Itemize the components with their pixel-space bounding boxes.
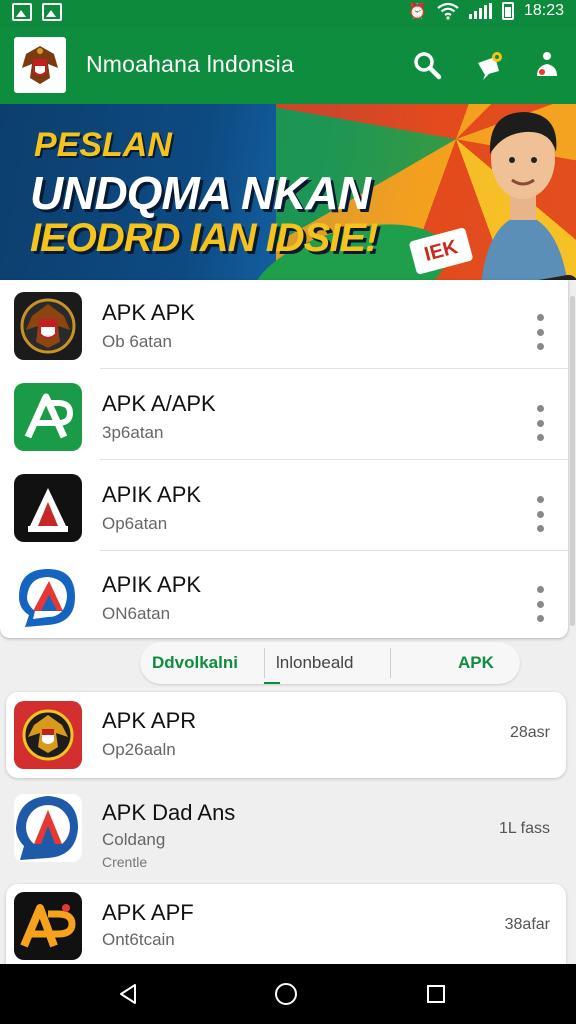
app-list-item[interactable]: APK Dad Ans Coldang Crentle 1L fass	[0, 786, 576, 882]
app-list-item[interactable]: APK APF Ont6tcain 38afar	[0, 884, 576, 964]
app-category: Crentle	[102, 854, 148, 870]
app-list-item[interactable]: APK APK Ob 6atan	[0, 280, 568, 369]
green-ap-logo-icon	[14, 383, 82, 451]
blue-emblem-icon	[14, 794, 82, 862]
app-title: Nmoahana lndonsia	[86, 51, 294, 77]
app-title: APK Dad Ans	[102, 800, 236, 825]
clock: 18:23	[523, 2, 564, 19]
blue-a-logo-icon	[14, 564, 82, 632]
banner-headline-1: PESLAN	[34, 126, 172, 164]
ap-orange-logo-icon	[14, 892, 82, 960]
promo-banner[interactable]: PESLAN UNDQMA NKAN IEODRD IAN IDSIE! IEK	[0, 104, 576, 280]
app-subtitle: Ont6tcain	[102, 930, 175, 949]
wifi-icon	[437, 2, 459, 20]
signal-icon	[468, 3, 492, 19]
app-list-item[interactable]: APIK APK Op6atan	[0, 462, 568, 551]
app-title: APK APF	[102, 900, 194, 925]
black-a-logo-icon	[14, 474, 82, 542]
app-meta: 38afar	[504, 916, 550, 933]
notifications-button[interactable]	[472, 48, 506, 82]
status-bar: ⏰ 18:23	[0, 0, 576, 26]
banner-headline-3: IEODRD IAN IDSIE!	[30, 216, 378, 260]
search-button[interactable]	[410, 48, 444, 82]
tab-bar: Ddvolkalni lnlonbeald APK	[140, 642, 520, 684]
alarm-icon: ⏰	[408, 3, 427, 20]
tab-apk[interactable]: APK	[458, 653, 494, 673]
more-options-icon[interactable]	[532, 496, 548, 532]
back-icon[interactable]	[116, 982, 140, 1006]
gallery-notification-icon	[12, 3, 32, 21]
app-title: APIK APK	[102, 572, 202, 597]
app-subtitle: Coldang	[102, 830, 166, 849]
app-title: APIK APK	[102, 482, 202, 507]
more-options-icon[interactable]	[532, 405, 548, 441]
app-subtitle: ON6atan	[102, 604, 171, 623]
app-title: APK APK	[102, 300, 195, 325]
tab-downloaded[interactable]: Ddvolkalni	[152, 653, 238, 673]
app-subtitle: Op26aaln	[102, 740, 176, 759]
app-meta: 1L fass	[499, 820, 550, 837]
garuda-logo-icon	[22, 46, 58, 84]
divider	[100, 459, 568, 460]
app-meta: 28asr	[509, 724, 550, 741]
divider	[100, 368, 568, 369]
app-subtitle: Ob 6atan	[102, 332, 172, 351]
recents-icon[interactable]	[424, 982, 448, 1006]
banner-headline-2: UNDQMA NKAN	[30, 167, 371, 219]
home-icon[interactable]	[274, 982, 298, 1006]
search-icon	[414, 52, 442, 80]
app-subtitle: 3p6atan	[102, 423, 164, 442]
app-list-card: APK APK Ob 6atan APK A/APK 3p6atan APIK …	[0, 280, 568, 638]
account-button[interactable]	[530, 48, 564, 82]
system-nav-bar	[0, 964, 576, 1024]
app-subtitle: Op6atan	[102, 514, 168, 533]
person-illustration-icon	[481, 112, 568, 280]
account-icon	[537, 52, 557, 76]
more-options-icon[interactable]	[532, 314, 548, 350]
app-list-item[interactable]: APIK APK ON6atan	[0, 552, 568, 641]
tab-indonesia[interactable]: lnlonbeald	[276, 653, 354, 673]
battery-icon	[501, 2, 514, 20]
more-options-icon[interactable]	[532, 586, 548, 622]
scrollbar[interactable]	[570, 296, 575, 626]
app-list-item[interactable]: APK APR Op26aaln 28asr	[0, 692, 576, 778]
red-garuda-icon	[14, 701, 82, 769]
app-bar: Nmoahana lndonsia	[0, 26, 576, 104]
divider	[100, 550, 568, 551]
app-logo[interactable]	[14, 37, 66, 93]
notification-icon	[478, 52, 502, 80]
tab-indicator	[264, 682, 280, 684]
app-title: APK APR	[102, 708, 197, 733]
app-title: APK A/APK	[102, 391, 216, 416]
image-notification-icon	[42, 3, 62, 21]
garuda-emblem-icon	[14, 292, 82, 360]
app-list-item[interactable]: APK A/APK 3p6atan	[0, 371, 568, 460]
